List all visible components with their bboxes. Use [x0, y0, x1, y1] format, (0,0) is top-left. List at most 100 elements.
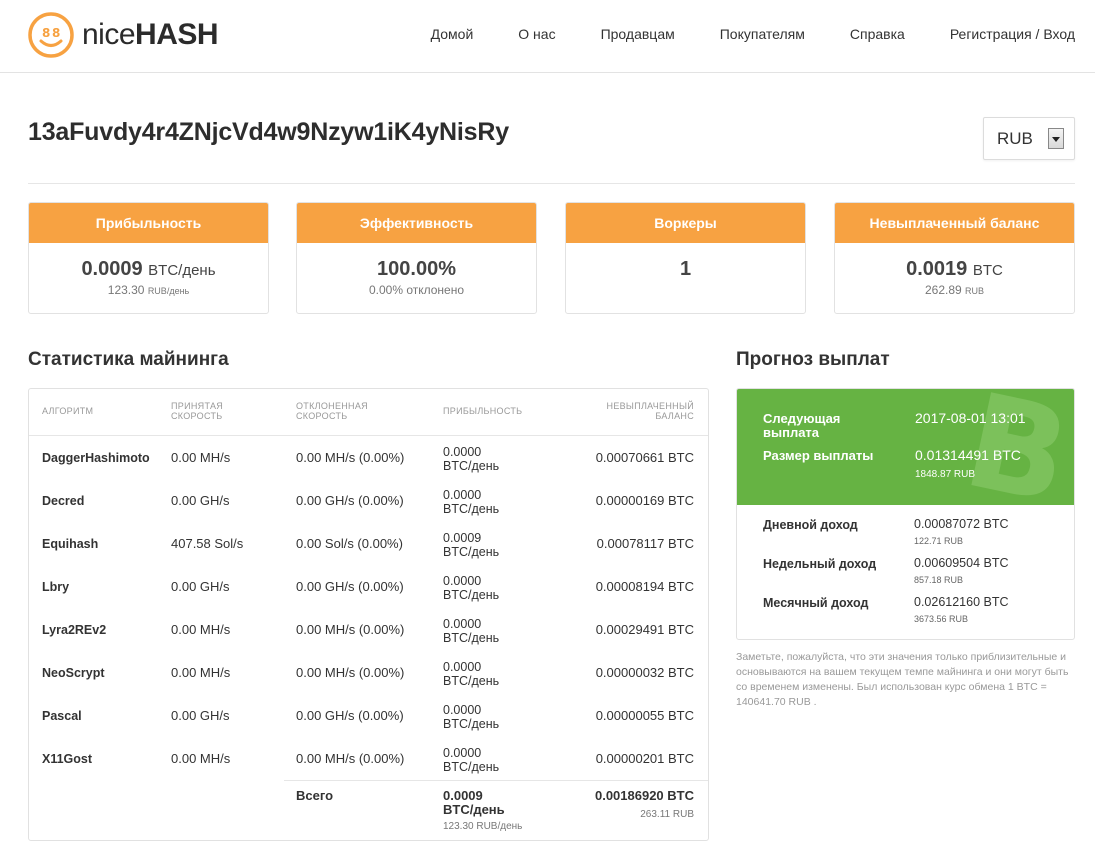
accepted-speed-cell: 0.00 MH/s — [171, 450, 231, 465]
rejected-speed-cell: 0.00 MH/s (0.00%) — [296, 665, 405, 680]
card-subvalue: 262.89 RUB — [924, 283, 985, 297]
rejected-speed-cell: 0.00 GH/s (0.00%) — [296, 708, 404, 723]
algo-cell: NeoScrypt — [42, 666, 105, 680]
next-payout-panel: B Следующая выплата 2017-08-01 13:01 Разм… — [737, 389, 1074, 505]
header-accepted: ПРИНЯТАЯ СКОРОСТЬ — [171, 401, 224, 421]
profit-cell: 0.0000 BTC/день — [443, 445, 500, 473]
chevron-down-icon[interactable] — [1048, 128, 1064, 149]
card-title: Невыплаченный баланс — [835, 203, 1074, 243]
table-row: DaggerHashimoto 0.00 MH/s 0.00 MH/s (0.00%… — [29, 437, 708, 480]
divider — [28, 183, 1075, 184]
algo-cell: Lyra2REv2 — [42, 623, 107, 637]
next-payout-label: Следующая выплата — [763, 411, 841, 440]
payout-size-value: 0.01314491 BTC — [915, 447, 1021, 463]
mining-stats-table: АЛГОРИТМ ПРИНЯТАЯ СКОРОСТЬ ОТКЛОНЕННАЯ СКО… — [28, 388, 709, 841]
card-value: 100.00% — [377, 258, 456, 280]
accepted-speed-cell: 0.00 MH/s — [171, 622, 231, 637]
main-nav: Домой О нас Продавцам Покупателям Справк… — [431, 0, 1075, 68]
total-profit-rub: 123.30 RUB/день — [443, 821, 523, 832]
accepted-speed-cell: 0.00 MH/s — [171, 665, 231, 680]
card-subvalue: 123.30 RUB/день — [107, 283, 190, 297]
unpaid-cell: 0.00000201 BTC — [595, 751, 694, 766]
profit-cell: 0.0009 BTC/день — [443, 531, 500, 559]
nav-buyers[interactable]: Покупателям — [720, 26, 805, 42]
svg-text:8: 8 — [42, 26, 50, 40]
header-algo: АЛГОРИТМ — [42, 406, 94, 416]
card-value: 1 — [679, 258, 692, 280]
weekly-income-rub: 857.18 RUB — [914, 575, 964, 585]
card-title: Воркеры — [566, 203, 805, 243]
nav-sellers[interactable]: Продавцам — [601, 26, 675, 42]
unpaid-cell: 0.00008194 BTC — [595, 579, 694, 594]
mining-stats-title: Статистика майнинга — [28, 349, 229, 370]
algo-cell: Pascal — [42, 709, 82, 723]
table-row: Lyra2REv2 0.00 MH/s 0.00 MH/s (0.00%) 0.000… — [29, 609, 708, 652]
site-header: 8 8 niceHASH Домой О нас Продавцам Покуп… — [0, 0, 1095, 73]
unpaid-cell: 0.00078117 BTC — [596, 536, 694, 551]
rejected-speed-cell: 0.00 MH/s (0.00%) — [296, 622, 405, 637]
currency-select[interactable]: RUB — [983, 117, 1075, 160]
nav-home[interactable]: Домой — [431, 26, 474, 42]
next-payout-value: 2017-08-01 13:01 — [915, 410, 1026, 426]
logo[interactable]: 8 8 niceHASH — [28, 12, 219, 58]
accepted-speed-cell: 0.00 GH/s — [171, 708, 230, 723]
svg-text:8: 8 — [52, 26, 60, 40]
monthly-income-label: Месячный доход — [763, 596, 869, 610]
payout-size-rub: 1848.87 RUB — [915, 469, 976, 480]
bitcoin-smiley-icon: 8 8 — [28, 12, 74, 58]
daily-income-rub: 122.71 RUB — [914, 536, 964, 546]
accepted-speed-cell: 0.00 MH/s — [171, 751, 231, 766]
forecast-note: Заметьте, пожалуйста, что эти значения т… — [736, 651, 1069, 708]
header-profit: ПРИБЫЛЬНОСТЬ — [443, 406, 523, 416]
forecast-title: Прогноз выплат — [736, 349, 890, 370]
profit-cell: 0.0000 BTC/день — [443, 488, 500, 516]
card-profitability: Прибыльность 0.0009 BTC/день 123.30 RUB/… — [28, 202, 269, 314]
card-value: 0.0019 BTC — [906, 258, 1003, 280]
table-row: Pascal 0.00 GH/s 0.00 GH/s (0.00%) 0.0000 BT… — [29, 695, 708, 738]
card-subvalue: 0.00% отклонено — [368, 283, 465, 297]
algo-cell: DaggerHashimoto — [42, 451, 150, 465]
rejected-speed-cell: 0.00 MH/s (0.00%) — [296, 751, 405, 766]
algo-cell: X11Gost — [42, 752, 93, 766]
unpaid-cell: 0.00000169 BTC — [595, 493, 694, 508]
algo-cell: Lbry — [42, 580, 70, 594]
total-unpaid-rub: 263.11 RUB — [640, 809, 694, 820]
unpaid-cell: 0.00029491 BTC — [595, 622, 694, 637]
table-row: Equihash 407.58 Sol/s 0.00 Sol/s (0.00%) 0.… — [29, 523, 708, 566]
table-row: NeoScrypt 0.00 MH/s 0.00 MH/s (0.00%) 0.000… — [29, 652, 708, 695]
unpaid-cell: 0.00070661 BTC — [595, 450, 694, 465]
accepted-speed-cell: 407.58 Sol/s — [171, 536, 244, 551]
algo-cell: Decred — [42, 494, 85, 508]
card-value: 0.0009 BTC/день — [81, 258, 216, 280]
unpaid-cell: 0.00000032 BTC — [595, 665, 694, 680]
wallet-address: 13aFuvdy4r4ZNjcVd4w9Nzyw1iK4yNisRy — [28, 118, 509, 146]
card-title: Эффективность — [297, 203, 536, 243]
profit-cell: 0.0000 BTC/день — [443, 703, 500, 731]
rejected-speed-cell: 0.00 GH/s (0.00%) — [296, 579, 404, 594]
weekly-income-value: 0.00609504 BTC — [914, 556, 1009, 570]
daily-income-label: Дневной доход — [763, 518, 858, 532]
algo-cell: Equihash — [42, 537, 99, 551]
rejected-speed-cell: 0.00 Sol/s (0.00%) — [296, 536, 403, 551]
profit-cell: 0.0000 BTC/день — [443, 574, 500, 602]
profit-cell: 0.0000 BTC/день — [443, 617, 500, 645]
card-unpaid-balance: Невыплаченный баланс 0.0019 BTC 262.89 R… — [834, 202, 1075, 314]
currency-value: RUB — [997, 128, 1033, 148]
nav-about[interactable]: О нас — [518, 26, 555, 42]
payout-size-label: Размер выплаты — [763, 448, 874, 463]
accepted-speed-cell: 0.00 GH/s — [171, 493, 230, 508]
table-row: Decred 0.00 GH/s 0.00 GH/s (0.00%) 0.0000 BT… — [29, 480, 708, 523]
header-rejected: ОТКЛОНЕННАЯ СКОРОСТЬ — [296, 401, 368, 421]
monthly-income-value: 0.02612160 BTC — [914, 595, 1009, 609]
header-unpaid: НЕВЫПЛАЧЕННЫЙ БАЛАНС — [606, 401, 694, 421]
total-divider — [284, 780, 708, 781]
unpaid-cell: 0.00000055 BTC — [595, 708, 694, 723]
nav-login[interactable]: Регистрация / Вход — [950, 26, 1075, 42]
monthly-income-rub: 3673.56 RUB — [914, 614, 969, 624]
logo-text: niceHASH — [82, 18, 219, 51]
nav-help[interactable]: Справка — [850, 26, 905, 42]
daily-income-value: 0.00087072 BTC — [914, 517, 1009, 531]
total-label: Всего — [296, 788, 334, 803]
rejected-speed-cell: 0.00 MH/s (0.00%) — [296, 450, 405, 465]
total-unpaid: 0.00186920 BTC — [594, 788, 694, 803]
